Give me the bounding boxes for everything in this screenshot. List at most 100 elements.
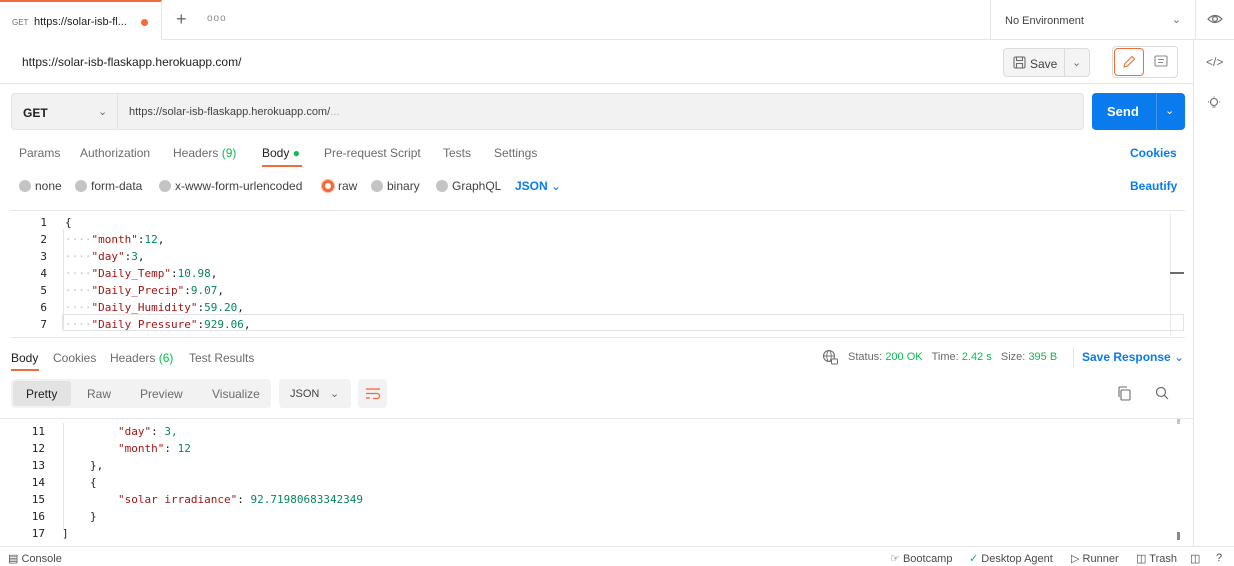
tab-authorization[interactable]: Authorization [80,146,150,160]
edit-mode-button[interactable] [1114,48,1144,76]
response-code-line: "day": 3, [118,425,178,438]
line-number: 14 [31,476,45,489]
response-code-line: "solar irradiance": 92.71980683342349 [118,493,364,506]
request-tab[interactable]: GET https://solar-isb-fl... [0,0,162,40]
tab-settings[interactable]: Settings [494,146,537,160]
radio-none[interactable] [19,180,31,192]
tab-tests[interactable]: Tests [443,146,471,160]
tab-headers[interactable]: Headers (9) [173,146,236,160]
response-code-line: } [90,510,97,523]
line-number: 4 [40,267,47,280]
lightbulb-icon[interactable] [1207,96,1221,115]
chevron-down-icon[interactable]: ⌄ [1072,56,1081,69]
radio-graphql[interactable] [436,180,448,192]
bootcamp-icon: ☞ [890,553,900,565]
more-tabs-icon[interactable]: ooo [207,13,227,24]
active-tab-underline [11,369,39,371]
method-value: GET [23,106,48,120]
response-tab-headers[interactable]: Headers (6) [110,351,173,365]
eye-icon[interactable] [1207,12,1223,29]
response-time: 2.42 s [961,351,992,363]
radio-label-graphql: GraphQL [452,179,502,193]
url-value: https://solar-isb-flaskapp.herokuapp.com… [129,106,340,118]
beautify-link[interactable]: Beautify [1130,179,1177,193]
save-response-button[interactable]: Save Response ⌄ [1082,350,1184,364]
radio-binary[interactable] [371,180,383,192]
copy-icon[interactable] [1117,386,1131,404]
radio-form-data[interactable] [75,180,87,192]
globe-lock-icon[interactable] [822,349,838,368]
response-format-select[interactable]: JSON ⌄ [279,379,351,408]
response-tab-body[interactable]: Body [11,351,38,365]
editor-scrollbar[interactable] [1170,213,1184,338]
chevron-down-icon: ⌄ [330,388,340,400]
active-tab-underline [262,165,302,167]
search-icon[interactable] [1155,386,1169,403]
two-pane-icon[interactable]: ◫ [1190,552,1200,565]
line-number: 12 [31,442,45,455]
console-button[interactable]: ▤ Console [8,552,62,565]
view-tab-raw[interactable]: Raw [87,387,111,401]
tab-params[interactable]: Params [19,146,60,160]
trash-button[interactable]: ◫ Trash [1136,552,1177,565]
unsaved-dot [141,19,148,26]
new-tab-plus-icon[interactable]: + [176,9,187,30]
line-number: 17 [31,527,45,540]
radio-label-form-data: form-data [91,179,143,193]
response-code-line: }, [90,459,104,472]
environment-label: No Environment [1005,15,1084,27]
desktop-agent-button[interactable]: ✓ Desktop Agent [969,552,1053,565]
chevron-down-icon: ⌄ [98,106,108,118]
wrap-lines-button[interactable] [358,379,387,408]
right-sidebar [1193,40,1234,546]
send-button[interactable]: Send ⌄ [1092,93,1185,130]
response-tab-test-results[interactable]: Test Results [189,351,254,365]
line-number: 13 [31,459,45,472]
radio-label-binary: binary [387,179,420,193]
runner-button[interactable]: ▷ Runner [1071,552,1119,565]
radio-label-none: none [35,179,62,193]
code-line: ····"Daily_Temp":10.98, [65,267,218,280]
bootcamp-button[interactable]: ☞ Bootcamp [890,552,952,565]
view-tab-visualize[interactable]: Visualize [212,387,260,401]
radio-raw[interactable] [322,180,334,192]
line-number: 16 [31,510,45,523]
help-icon[interactable]: ? [1216,552,1222,564]
cookies-link[interactable]: Cookies [1130,146,1177,160]
divider [1064,49,1065,76]
request-title[interactable]: https://solar-isb-flaskapp.herokuapp.com… [22,55,241,69]
view-tab-pretty[interactable]: Pretty [26,387,57,401]
method-select[interactable]: GET ⌄ [11,93,118,130]
code-line: ····"month":12, [65,233,165,246]
code-line: ····"day":3, [65,250,145,263]
environment-selector[interactable]: No Environment ⌄ [990,0,1196,40]
body-format-select[interactable]: JSON ⌄ [515,179,561,193]
console-icon: ▤ [8,553,19,565]
response-status-line: Status: 200 OK Time: 2.42 s Size: 395 B [848,351,1058,363]
line-number: 11 [31,425,45,438]
save-label: Save [1030,57,1058,71]
radio-urlencoded[interactable] [159,180,171,192]
code-icon[interactable]: </> [1206,55,1223,69]
pencil-icon [1122,55,1136,72]
divider [1156,93,1157,130]
tab-body[interactable]: Body ● [262,146,300,160]
save-icon [1013,56,1026,72]
indent-guide [63,423,64,530]
comments-button[interactable] [1146,48,1176,76]
view-tab-preview[interactable]: Preview [140,387,183,401]
response-scrollbar[interactable] [1173,419,1183,545]
runner-icon: ▷ [1071,553,1080,565]
response-code-line: "month": 12 [118,442,191,455]
send-label: Send [1107,104,1139,119]
tab-pre-request-script[interactable]: Pre-request Script [324,146,421,160]
save-button[interactable]: Save ⌄ [1003,48,1090,77]
response-size: 395 B [1028,351,1058,363]
radio-label-urlencoded: x-www-form-urlencoded [175,179,303,193]
radio-label-raw: raw [338,179,358,193]
editor-scrollbar-thumb[interactable] [1170,272,1184,274]
response-tab-cookies[interactable]: Cookies [53,351,96,365]
url-input[interactable]: https://solar-isb-flaskapp.herokuapp.com… [118,93,1084,130]
chevron-down-icon[interactable]: ⌄ [1165,104,1174,117]
response-body-viewer[interactable]: 11 "day": 3, 12 "month": 12 13}, 14 {15 "solar … [0,418,1193,546]
